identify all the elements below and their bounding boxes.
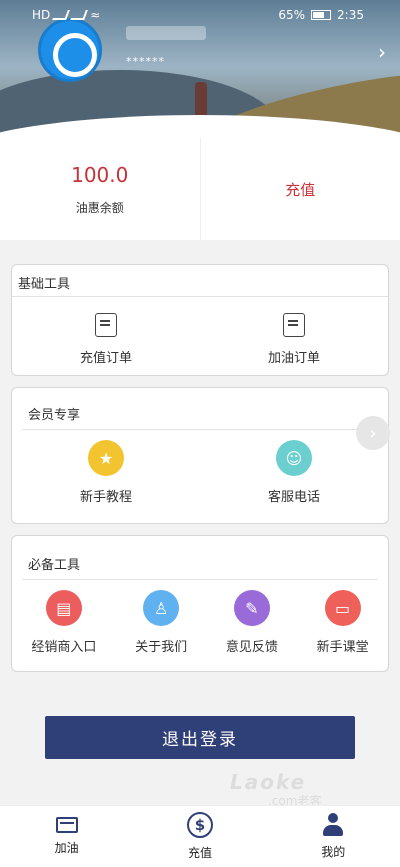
- classroom-icon: ▭: [324, 590, 361, 626]
- dealer-entry-button[interactable]: ▤ 经销商入口: [31, 590, 96, 655]
- balance-cell[interactable]: 100.0 油惠余额: [0, 138, 200, 240]
- dollar-icon: $: [186, 812, 213, 838]
- tutorial-icon: ★: [87, 440, 124, 476]
- carrier-label: HD: [32, 8, 51, 22]
- essential-tools-card: 必备工具 ▤ 经销商入口 ♙ 关于我们 ✎ 意见反馈 ▭ 新手课堂: [11, 535, 389, 672]
- dealer-label: 经销商入口: [31, 640, 97, 655]
- customer-service-button[interactable]: ☺ 客服电话: [268, 440, 320, 505]
- recharge-order-label: 充值订单: [79, 351, 132, 366]
- tutorial-button[interactable]: ★ 新手教程: [80, 440, 132, 505]
- feedback-label: 意见反馈: [225, 640, 278, 655]
- recharge-order-icon: [94, 313, 117, 337]
- nav-recharge-label: 充值: [187, 846, 212, 860]
- nav-item-recharge[interactable]: $ 充值: [150, 806, 250, 867]
- feedback-button[interactable]: ✎ 意见反馈: [226, 590, 278, 655]
- profile-chevron-icon[interactable]: ›: [378, 40, 386, 64]
- classroom-button[interactable]: ▭ 新手课堂: [317, 590, 369, 655]
- signal-icon-2: [70, 10, 89, 20]
- nav-mine-label: 我的: [321, 845, 346, 859]
- balance-label: 油惠余额: [75, 200, 124, 215]
- feedback-icon: ✎: [233, 590, 270, 626]
- member-card: 会员专享 ★ 新手教程 ☺ 客服电话: [11, 387, 389, 524]
- logout-button[interactable]: 退出登录: [45, 716, 355, 759]
- clock: 2:35: [337, 8, 364, 22]
- balance-value: 100.0: [71, 162, 129, 187]
- wifi-icon: ≈: [90, 8, 101, 22]
- bottom-nav: 加油 $ 充值 我的: [0, 805, 400, 867]
- fuel-order-icon: [282, 313, 305, 337]
- signal-icon: [52, 10, 71, 20]
- essential-tools-title: 必备工具: [22, 536, 378, 580]
- balance-card: 100.0 油惠余额 充值: [0, 138, 400, 240]
- watermark-logo: Laoke: [230, 770, 307, 794]
- nav-item-fuel[interactable]: 加油: [17, 806, 117, 867]
- username-masked: ******: [126, 55, 165, 68]
- about-us-button[interactable]: ♙ 关于我们: [135, 590, 187, 655]
- status-bar: HD ≈ 65% 2:35: [0, 0, 400, 30]
- customer-service-icon: ☺: [275, 440, 312, 476]
- scroll-chevron-icon[interactable]: ›: [356, 416, 390, 450]
- recharge-cell[interactable]: 充值: [199, 138, 400, 240]
- dealer-icon: ▤: [45, 590, 82, 626]
- fuel-order-label: 加油订单: [267, 351, 320, 366]
- battery-percent: 65%: [278, 8, 306, 22]
- about-label: 关于我们: [135, 640, 188, 655]
- fuel-order-button[interactable]: 加油订单: [268, 313, 320, 366]
- basic-tools-card: 基础工具 充值订单 加油订单: [11, 264, 389, 376]
- person-icon: [323, 813, 344, 837]
- about-icon: ♙: [143, 590, 180, 626]
- recharge-link[interactable]: 充值: [285, 179, 315, 200]
- nav-fuel-label: 加油: [54, 841, 79, 855]
- tutorial-label: 新手教程: [79, 490, 132, 505]
- battery-icon: [311, 10, 332, 20]
- customer-service-label: 客服电话: [267, 490, 320, 505]
- card-icon: [55, 817, 78, 833]
- member-title: 会员专享: [22, 388, 378, 430]
- nav-item-mine[interactable]: 我的: [283, 806, 383, 867]
- recharge-order-button[interactable]: 充值订单: [80, 313, 132, 366]
- classroom-label: 新手课堂: [316, 640, 369, 655]
- basic-tools-title: 基础工具: [12, 265, 388, 297]
